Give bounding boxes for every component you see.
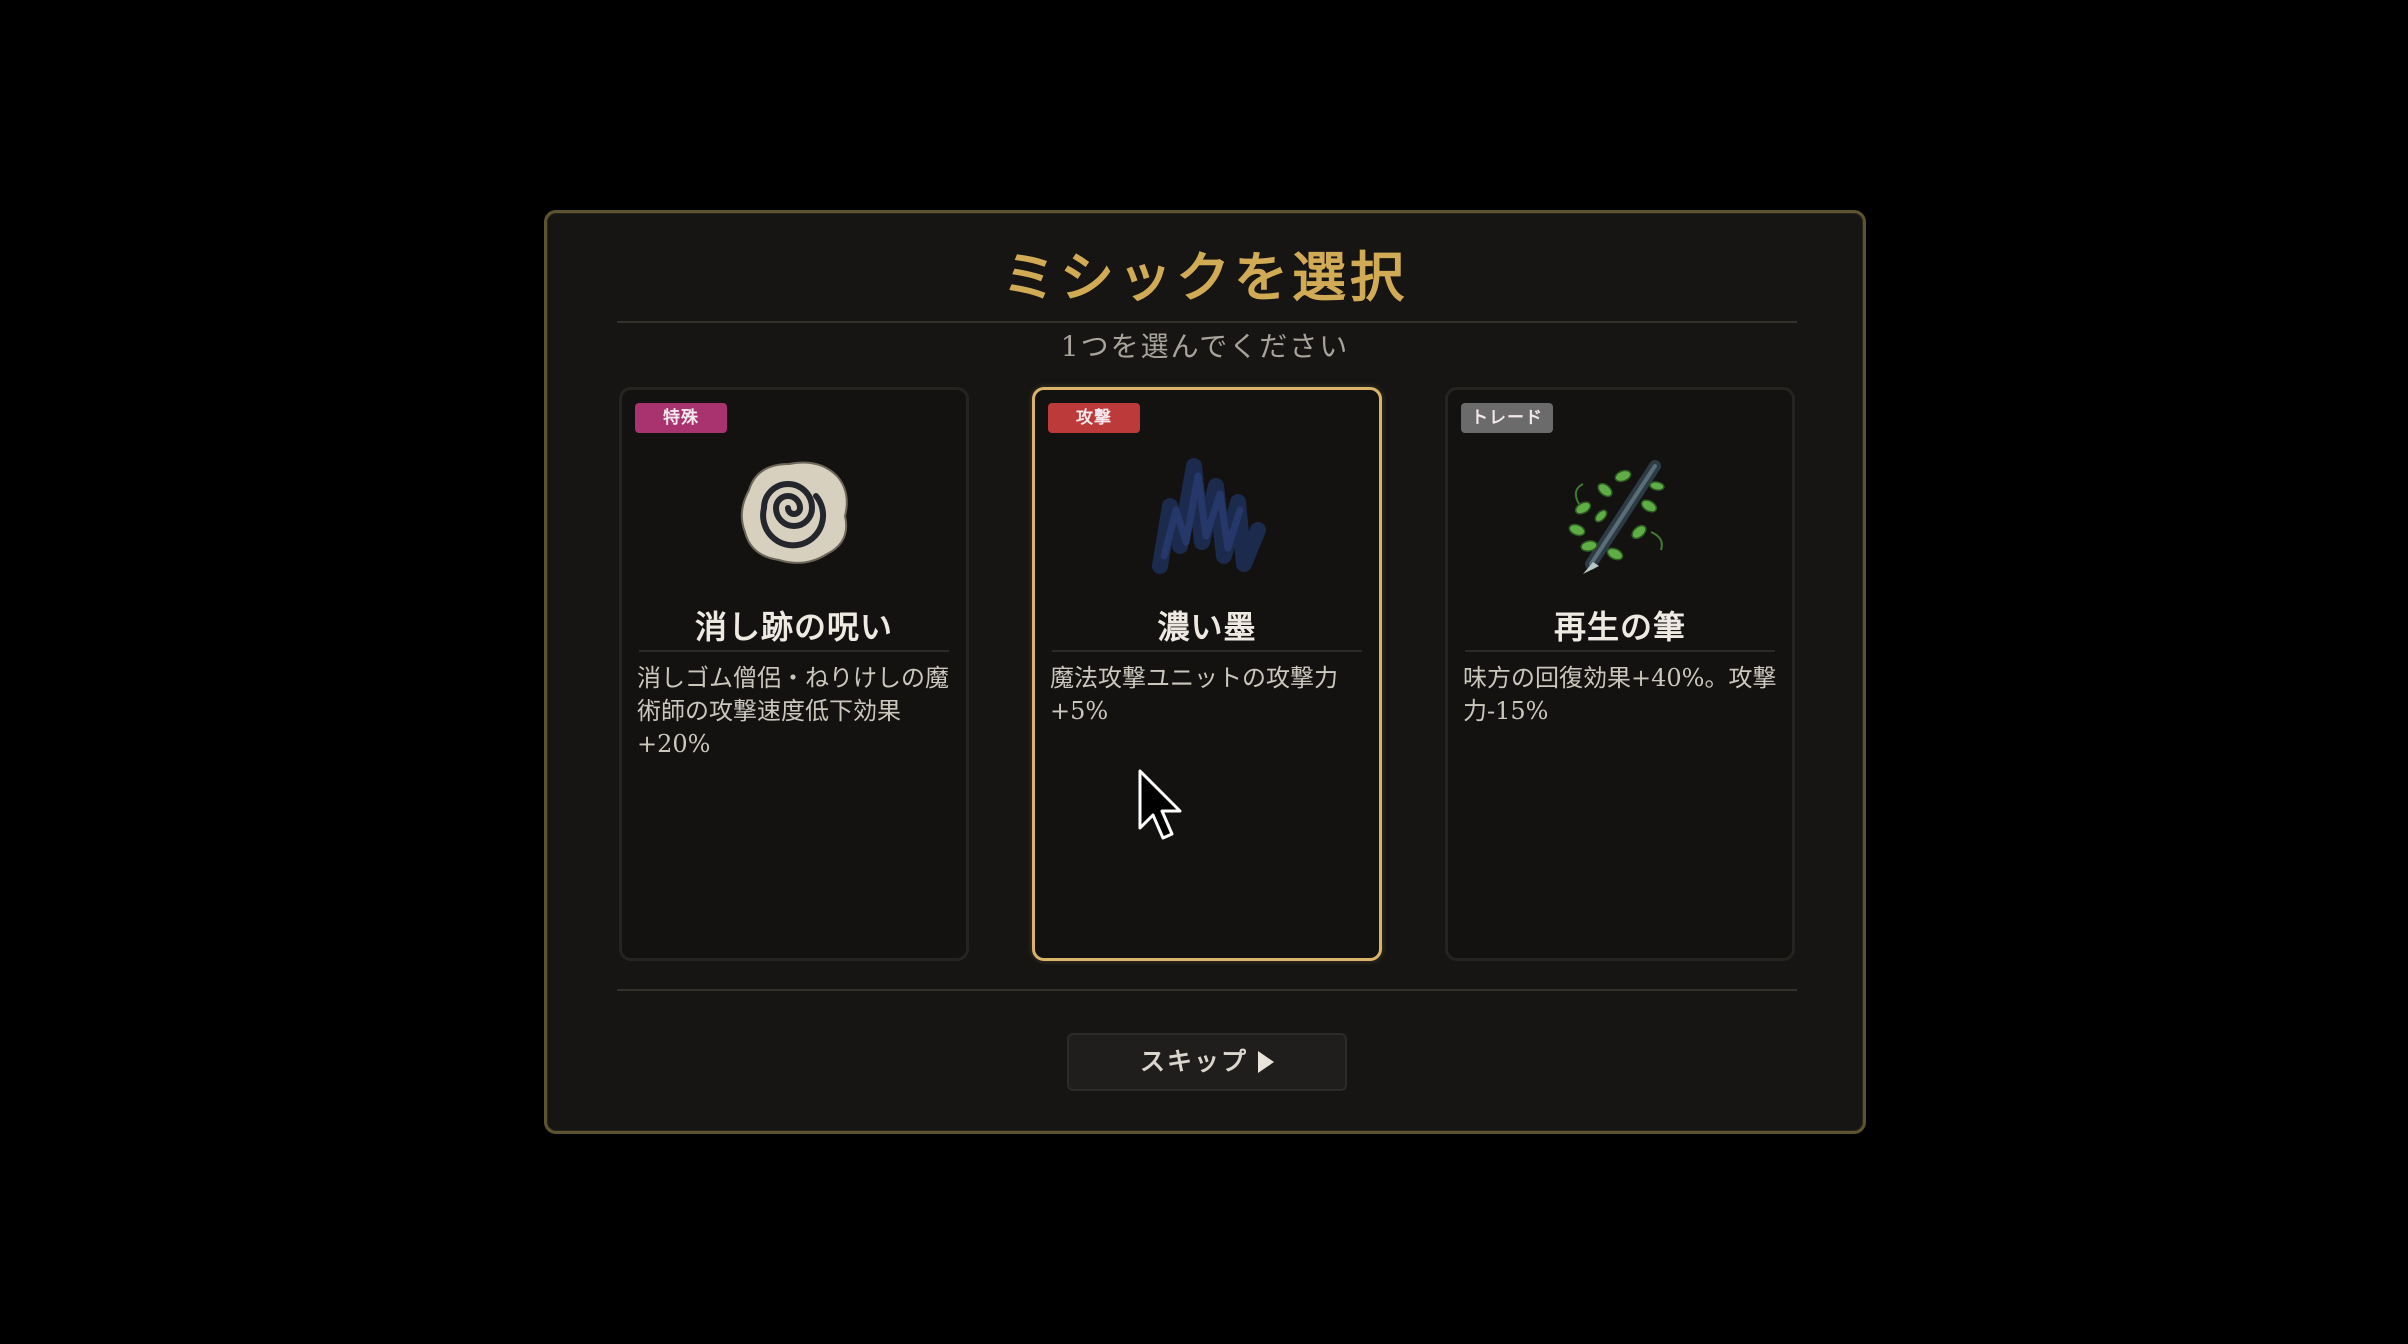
mythic-card-2[interactable]: トレード 再生の筆 味方の回復効果+40%。攻撃力-15% <box>1445 387 1795 961</box>
mythic-card-0[interactable]: 特殊 消し跡の呪い 消しゴム僧侶・ねりけしの魔術師の攻撃速度低下効果+20% <box>619 387 969 961</box>
card-tag: トレード <box>1461 403 1553 433</box>
mythic-card-1[interactable]: 攻撃 濃い墨 魔法攻撃ユニットの攻撃力+5% <box>1032 387 1382 961</box>
card-divider <box>1052 650 1362 652</box>
card-description: 魔法攻撃ユニットの攻撃力+5% <box>1050 664 1338 725</box>
eraser-swirl-icon <box>727 446 861 580</box>
card-tag: 攻撃 <box>1048 403 1140 433</box>
title-divider <box>617 321 1797 323</box>
footer-divider <box>617 989 1797 991</box>
card-description: 消しゴム僧侶・ねりけしの魔術師の攻撃速度低下効果+20% <box>637 664 949 758</box>
card-name: 消し跡の呪い <box>694 608 893 646</box>
ink-scribble-icon <box>1140 446 1274 580</box>
card-description: 味方の回復効果+40%。攻撃力-15% <box>1463 664 1777 725</box>
card-name: 再生の筆 <box>1553 608 1686 646</box>
card-name: 濃い墨 <box>1157 608 1257 646</box>
dialog-subtitle: 1つを選んでください <box>1060 330 1350 363</box>
card-divider <box>639 650 949 652</box>
play-arrow-icon <box>1258 1051 1274 1073</box>
mouse-pointer-icon <box>1137 768 1187 842</box>
dialog-title: ミシックを選択 <box>1002 245 1408 309</box>
skip-label: スキップ <box>1139 1047 1248 1076</box>
mythic-select-dialog: ミシックを選択 1つを選んでください 特殊 消し跡の呪い 消しゴム僧侶・ねりけし… <box>544 210 1866 1134</box>
card-tag: 特殊 <box>635 403 727 433</box>
leafy-pen-icon <box>1553 446 1687 580</box>
skip-button[interactable]: スキップ <box>1067 1033 1347 1091</box>
card-divider <box>1465 650 1775 652</box>
